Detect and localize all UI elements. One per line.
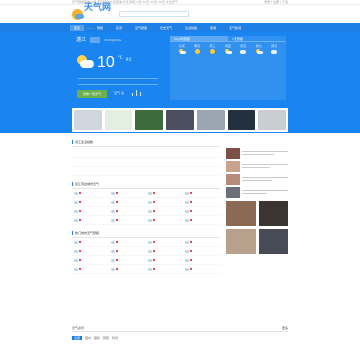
city-name[interactable]: 湛江 xyxy=(76,37,86,43)
nav-item[interactable]: 旅游 xyxy=(210,26,216,30)
city-row[interactable] xyxy=(72,265,220,274)
city-name-en: ZHANJIANG xyxy=(104,38,122,42)
partly-cloudy-icon xyxy=(76,55,94,69)
city-row[interactable] xyxy=(72,247,220,256)
day-label: 周三 xyxy=(209,44,216,48)
cloudy-icon xyxy=(271,50,278,54)
forecast-day[interactable]: 今天 xyxy=(174,44,189,54)
section-nearby-cities: 湛江周边城市天气 xyxy=(72,179,220,225)
photo-grid xyxy=(226,201,288,254)
partly-cloudy-icon xyxy=(178,49,186,54)
promo-image[interactable] xyxy=(227,110,256,130)
section-title: 湛江生活指数 xyxy=(75,139,94,144)
sunny-icon xyxy=(194,49,200,54)
day-label: 今天 xyxy=(178,44,185,48)
partly-cloudy-icon xyxy=(255,49,263,54)
promo-image[interactable] xyxy=(74,110,102,130)
nav-item[interactable]: 历史天气 xyxy=(160,26,172,30)
logo-sun-icon xyxy=(72,8,84,20)
index-row xyxy=(72,158,220,167)
header-search-input[interactable] xyxy=(119,11,190,17)
footer-more-link[interactable]: 更多 xyxy=(282,326,288,331)
index-row xyxy=(72,167,220,176)
forecast-day[interactable]: 周三 xyxy=(205,44,220,54)
promo-strip xyxy=(72,108,288,132)
forecast-day[interactable]: 周日 xyxy=(267,44,282,54)
logo-name: 天气网 xyxy=(84,3,112,13)
forecast-day[interactable]: 周六 xyxy=(251,44,266,54)
header: 天气网 tianqi.com xyxy=(0,3,360,30)
city-row[interactable] xyxy=(72,216,220,225)
promo-image[interactable] xyxy=(258,110,287,130)
nav-item[interactable]: 实况 xyxy=(116,26,122,30)
day-label: 周五 xyxy=(240,44,247,48)
current-weather: 10 °C 多云 xyxy=(76,55,140,71)
footer-tabs: 全部 国内 国际 预警 科普 xyxy=(72,336,288,340)
footer-section: 天气资讯 更多 全部 国内 国际 预警 科普 xyxy=(72,326,288,340)
photo-item[interactable] xyxy=(258,229,288,254)
tab-24h[interactable]: 24小时预报 xyxy=(170,36,228,41)
photo-item[interactable] xyxy=(226,201,256,226)
news-item[interactable] xyxy=(226,147,288,159)
location-pin-icon xyxy=(90,37,101,43)
promo-image[interactable] xyxy=(166,110,194,130)
view-week-button[interactable]: 查看一周天气 xyxy=(77,90,107,98)
footer-tab[interactable]: 国内 xyxy=(85,336,91,340)
aqi-label[interactable]: 空气 良 xyxy=(114,91,124,95)
photo-item[interactable] xyxy=(226,229,256,254)
day-label: 周四 xyxy=(224,44,231,48)
temp-unit: °C xyxy=(117,55,123,60)
forecast-day[interactable]: 周五 xyxy=(236,44,251,54)
news-item[interactable] xyxy=(226,173,288,185)
partly-cloudy-icon xyxy=(224,49,232,54)
top-bar-right[interactable]: 登录 | 注册 | 下载 xyxy=(264,0,288,4)
weather-hero: 湛江 ZHANJIANG 10 °C 多云 查看一周天气 空气 良 24小时预报… xyxy=(0,32,360,133)
logo-tagline: tianqi.com xyxy=(84,28,95,30)
nav-item[interactable]: 首页 xyxy=(70,24,85,31)
forecast-day[interactable]: 明天 xyxy=(189,44,204,54)
news-item[interactable] xyxy=(226,160,288,172)
day-label: 周六 xyxy=(255,44,262,48)
section-title: 湛江周边城市天气 xyxy=(75,181,100,186)
promo-image[interactable] xyxy=(104,110,133,130)
forecast-days: 今天 明天 周三 周四 周五 周六 周日 xyxy=(170,42,286,54)
cloudy-icon xyxy=(240,50,247,54)
forecast-panel: 24小时预报 7天预报 今天 明天 周三 周四 周五 周六 周日 xyxy=(170,36,286,100)
weather-details xyxy=(78,75,158,87)
news-item[interactable] xyxy=(226,186,288,198)
left-column: 湛江生活指数 湛江周边城市天气 热门城市天气预报 xyxy=(72,137,220,277)
section-life-index: 湛江生活指数 xyxy=(72,137,220,176)
day-label: 明天 xyxy=(194,44,201,48)
promo-image[interactable] xyxy=(196,110,225,130)
index-row xyxy=(72,147,220,158)
footer-tab[interactable]: 全部 xyxy=(72,336,83,340)
forecast-day[interactable]: 周四 xyxy=(220,44,235,54)
nav-item[interactable]: 预报 xyxy=(97,26,103,30)
sunny-icon xyxy=(210,49,216,54)
main-nav: 首页 预报 实况 空气质量 历史天气 生活指数 旅游 天气新闻 xyxy=(0,23,360,32)
city-row[interactable] xyxy=(72,189,220,198)
city-row[interactable] xyxy=(72,207,220,216)
footer-title: 天气资讯 xyxy=(72,326,85,330)
city-row[interactable] xyxy=(72,256,220,265)
nav-item[interactable]: 空气质量 xyxy=(135,26,147,30)
aqi-bars xyxy=(132,90,141,96)
footer-tab[interactable]: 预警 xyxy=(103,336,109,340)
footer-tab[interactable]: 国际 xyxy=(94,336,100,340)
promo-image[interactable] xyxy=(135,110,164,130)
photo-item[interactable] xyxy=(258,201,288,226)
footer-tab[interactable]: 科普 xyxy=(112,336,118,340)
day-label: 周日 xyxy=(271,44,278,48)
current-temp: 10 xyxy=(97,54,115,71)
nav-item[interactable]: 天气新闻 xyxy=(229,26,241,30)
section-hot-cities: 热门城市天气预报 xyxy=(72,228,220,274)
right-column xyxy=(226,147,288,254)
city-row[interactable] xyxy=(72,198,220,207)
section-title: 热门城市天气预报 xyxy=(75,230,100,235)
tab-7day[interactable]: 7天预报 xyxy=(228,36,286,41)
current-condition: 多云 xyxy=(125,57,132,61)
city-row[interactable] xyxy=(72,238,220,247)
nav-item[interactable]: 生活指数 xyxy=(185,26,197,30)
location: 湛江 ZHANJIANG xyxy=(76,37,121,43)
